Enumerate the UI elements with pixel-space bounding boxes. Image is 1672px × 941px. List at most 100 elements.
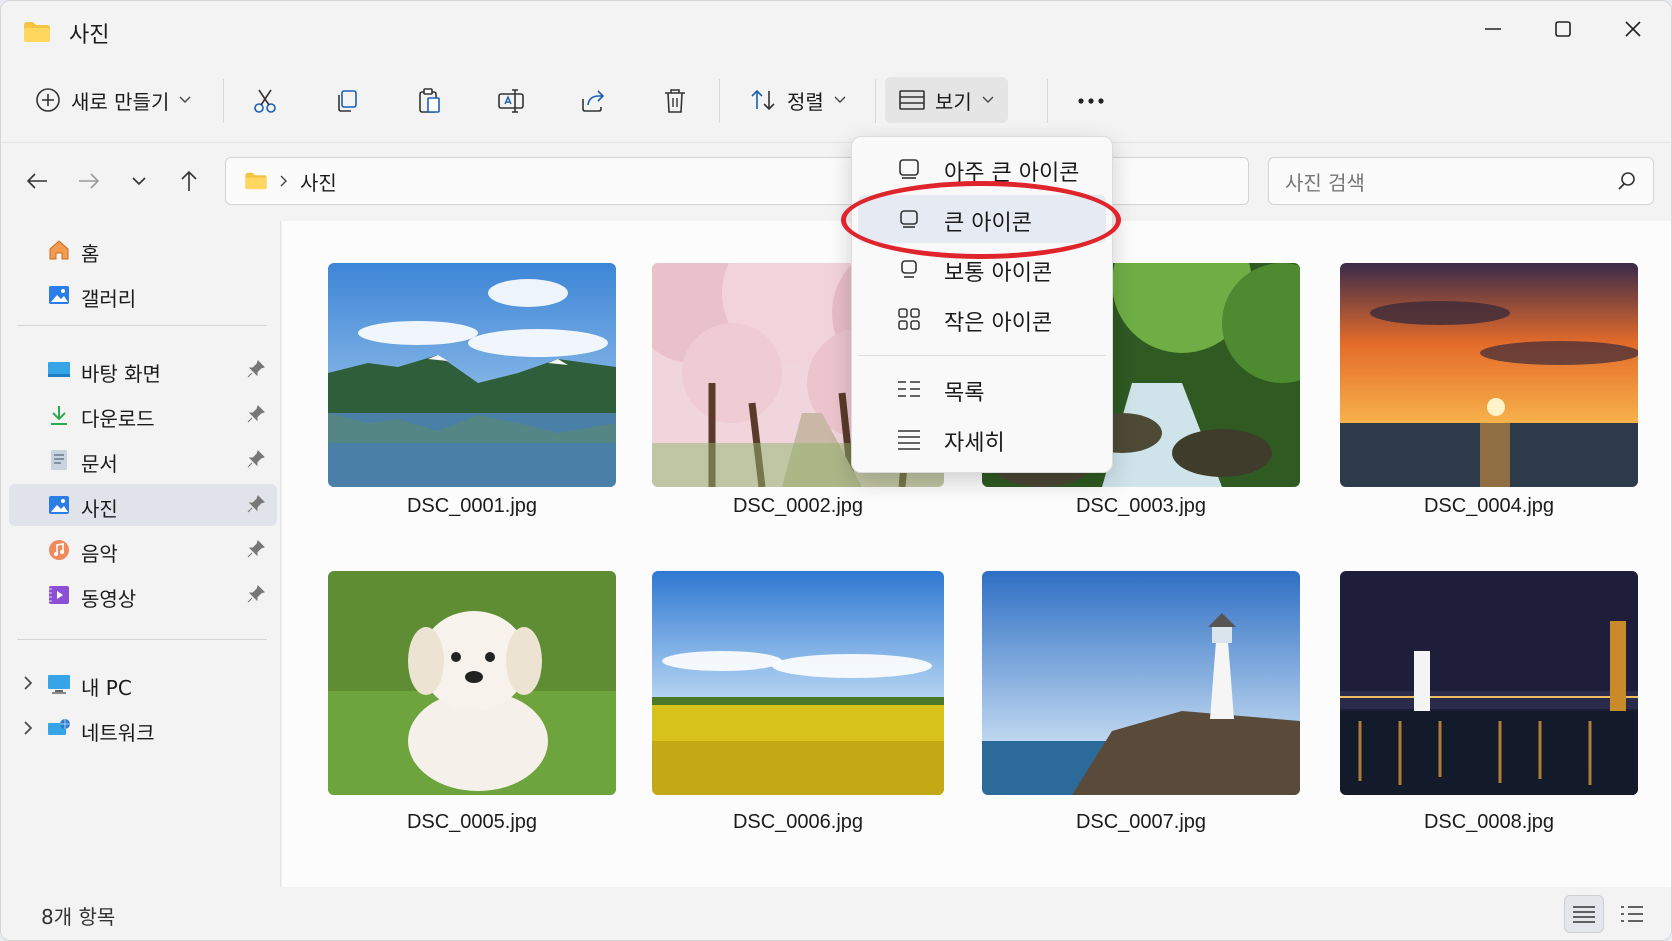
large-icons-icon <box>900 210 918 228</box>
up-button[interactable] <box>173 165 205 197</box>
sidebar-divider <box>17 325 267 326</box>
pin-icon[interactable] <box>247 540 265 558</box>
sort-button[interactable]: 정렬 <box>743 77 852 123</box>
menu-item-details[interactable]: 자세히 <box>858 415 1106 463</box>
sidebar-item-label: 홈 <box>81 242 100 266</box>
delete-icon <box>665 89 685 113</box>
file-name: DSC_0008.jpg <box>1423 811 1555 833</box>
file-tile[interactable]: DSC_0004.jpg <box>1340 263 1638 519</box>
pin-icon[interactable] <box>247 585 265 603</box>
minimize-icon <box>1485 28 1501 30</box>
folder-icon <box>245 172 267 190</box>
paste-button[interactable] <box>413 85 445 117</box>
copy-icon <box>338 90 357 112</box>
sidebar-item-network[interactable]: 네트워크 <box>9 708 277 750</box>
pictures-icon <box>49 496 69 514</box>
pin-icon[interactable] <box>247 495 265 513</box>
share-icon <box>582 90 605 112</box>
pin-icon[interactable] <box>247 405 265 423</box>
close-icon <box>1625 21 1641 37</box>
title-bar: 사진 <box>1 1 1671 63</box>
pin-icon[interactable] <box>247 450 265 468</box>
menu-item-label: 아주 큰 아이콘 <box>944 161 1080 186</box>
sidebar-item-music[interactable]: 음악 <box>9 529 277 571</box>
list-icon <box>898 381 920 397</box>
thumbnail-image <box>1340 263 1638 487</box>
menu-item-label: 보통 아이콘 <box>944 261 1053 286</box>
file-tile[interactable]: DSC_0007.jpg <box>982 571 1300 833</box>
view-button[interactable]: 보기 <box>885 77 1008 123</box>
sidebar-item-pictures[interactable]: 사진 <box>9 484 277 526</box>
thumbnail-image <box>652 571 944 795</box>
plus-circle-icon <box>36 88 60 112</box>
small-icons-icon <box>898 308 920 330</box>
paste-icon <box>419 88 440 113</box>
sidebar-item-videos[interactable]: 동영상 <box>9 574 277 616</box>
sidebar-item-gallery[interactable]: 갤러리 <box>9 274 277 316</box>
videos-icon <box>49 586 69 604</box>
forward-button[interactable] <box>73 165 105 197</box>
this-pc-icon <box>48 675 70 694</box>
extra-large-icons-icon <box>899 159 919 179</box>
item-count: 8개 항목 <box>41 905 116 929</box>
sidebar-item-label: 내 PC <box>81 676 132 700</box>
view-button-label: 보기 <box>935 89 972 114</box>
file-tile[interactable]: DSC_0001.jpg <box>328 263 616 519</box>
maximize-icon <box>1555 21 1571 37</box>
cut-icon <box>254 89 276 113</box>
chevron-down-icon <box>132 176 146 185</box>
menu-item-extra-large-icons[interactable]: 아주 큰 아이콘 <box>858 145 1106 193</box>
navigation-pane: 홈 갤러리 바탕 화면 다운로드 문서 사진 음악 동영상 내 PC 네트워크 <box>1 221 281 887</box>
close-button[interactable] <box>1605 9 1661 49</box>
file-name: DSC_0003.jpg <box>1075 495 1207 517</box>
sidebar-item-home[interactable]: 홈 <box>9 229 277 271</box>
download-icon <box>51 406 67 425</box>
sidebar-item-label: 갤러리 <box>81 287 137 311</box>
sidebar-item-this-pc[interactable]: 내 PC <box>9 663 277 705</box>
share-button[interactable] <box>577 85 609 117</box>
pin-icon[interactable] <box>247 360 265 378</box>
more-icon <box>1078 98 1104 104</box>
menu-item-list[interactable]: 목록 <box>858 365 1106 413</box>
recent-locations-button[interactable] <box>123 165 155 197</box>
sidebar-item-documents[interactable]: 문서 <box>9 439 277 481</box>
minimize-button[interactable] <box>1465 9 1521 49</box>
file-tile[interactable]: DSC_0008.jpg <box>1340 571 1638 833</box>
documents-icon <box>51 450 67 470</box>
list-view-toggle[interactable] <box>1612 895 1652 933</box>
file-name: DSC_0001.jpg <box>406 495 538 517</box>
sidebar-item-label: 바탕 화면 <box>81 362 161 386</box>
arrow-right-icon <box>79 173 100 189</box>
file-name: DSC_0007.jpg <box>1075 811 1207 833</box>
chevron-down-icon <box>179 96 191 103</box>
menu-item-label: 자세히 <box>944 431 1005 456</box>
search-box[interactable]: 사진 검색 <box>1268 157 1654 205</box>
sidebar-item-downloads[interactable]: 다운로드 <box>9 394 277 436</box>
rename-button[interactable] <box>495 85 527 117</box>
delete-button[interactable] <box>659 85 691 117</box>
rename-icon <box>498 89 524 113</box>
menu-item-large-icons[interactable]: 큰 아이콘 <box>858 195 1106 243</box>
breadcrumb-current[interactable]: 사진 <box>300 167 337 196</box>
file-tile[interactable]: DSC_0005.jpg <box>328 571 616 833</box>
sidebar-item-desktop[interactable]: 바탕 화면 <box>9 349 277 391</box>
new-button[interactable]: 새로 만들기 <box>29 77 197 123</box>
details-view-toggle[interactable] <box>1564 895 1604 933</box>
search-icon <box>1618 172 1635 190</box>
menu-item-medium-icons[interactable]: 보통 아이콘 <box>858 245 1106 293</box>
maximize-button[interactable] <box>1535 9 1591 49</box>
menu-divider <box>858 355 1106 356</box>
chevron-right-icon[interactable] <box>23 675 33 691</box>
command-bar: 새로 만들기 정렬 보기 <box>1 63 1671 143</box>
chevron-right-icon[interactable] <box>23 720 33 736</box>
sort-button-label: 정렬 <box>787 89 824 114</box>
cut-button[interactable] <box>249 85 281 117</box>
back-button[interactable] <box>21 165 53 197</box>
menu-item-small-icons[interactable]: 작은 아이콘 <box>858 295 1106 343</box>
more-button[interactable] <box>1075 85 1107 117</box>
copy-button[interactable] <box>331 85 363 117</box>
list-view-icon <box>1621 906 1643 922</box>
file-name: DSC_0005.jpg <box>406 811 538 833</box>
file-tile[interactable]: DSC_0006.jpg <box>652 571 944 833</box>
gallery-icon <box>49 286 69 304</box>
